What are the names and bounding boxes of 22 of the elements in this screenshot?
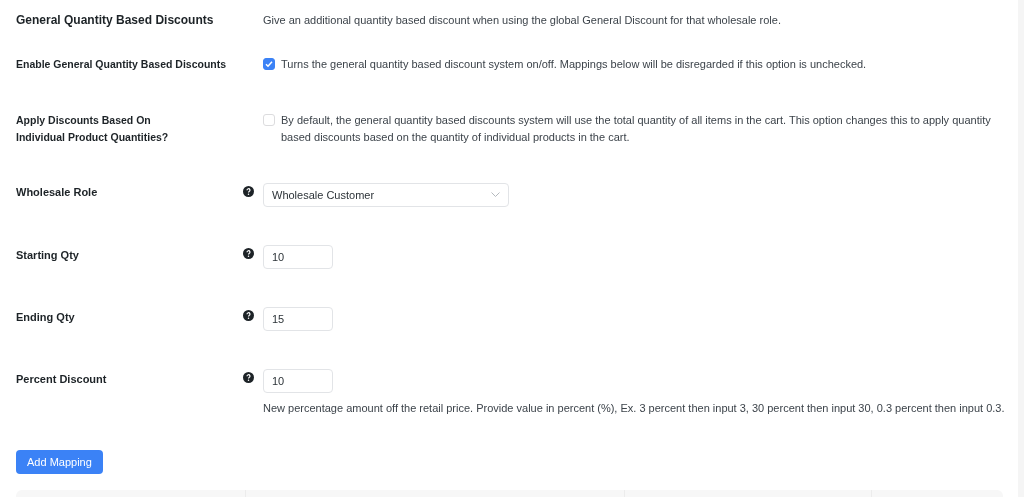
field-label: Wholesale Role (16, 185, 99, 200)
section-title: General Quantity Based Discounts (16, 12, 215, 29)
add-mapping-button[interactable]: Add Mapping (16, 450, 103, 474)
help-icon[interactable] (243, 310, 254, 321)
setting-label: Apply Discounts Based On Individual Product Quantities? (16, 113, 170, 145)
input-field[interactable]: 15 (263, 307, 333, 331)
setting-description: By default, the general quantity based discounts system will use the total quantity of all items in the cart. This option changes this to apply quantity based discounts based on the quantity of individual products in the cart. (281, 113, 992, 145)
chevron-down-icon (491, 192, 500, 198)
section-description: Give an additional quantity based discount when using the global General Discount for that wholesale role. (263, 13, 782, 28)
setting-label: Enable General Quantity Based Discounts (16, 57, 228, 72)
input-field[interactable]: 10 (263, 245, 333, 269)
help-icon[interactable] (243, 372, 254, 383)
input-field[interactable]: 10 (263, 369, 333, 393)
help-icon[interactable] (243, 248, 254, 259)
role-dropdown[interactable]: Wholesale Customer (263, 183, 509, 207)
field-description: New percentage amount off the retail price. Provide value in percent (%), Ex. 3 percent then input 3, 30 percent then input 30, 0.3 percent then input 0.3. (263, 401, 1003, 415)
field-label: Percent Discount (16, 372, 108, 387)
setting-description: Turns the general quantity based discount system on/off. Mappings below will be disregarded if this option is unchecked. (281, 57, 867, 72)
field-label: Ending Qty (16, 310, 76, 325)
field-label: Starting Qty (16, 248, 80, 263)
help-icon[interactable] (243, 186, 254, 197)
checkbox[interactable] (263, 58, 275, 70)
